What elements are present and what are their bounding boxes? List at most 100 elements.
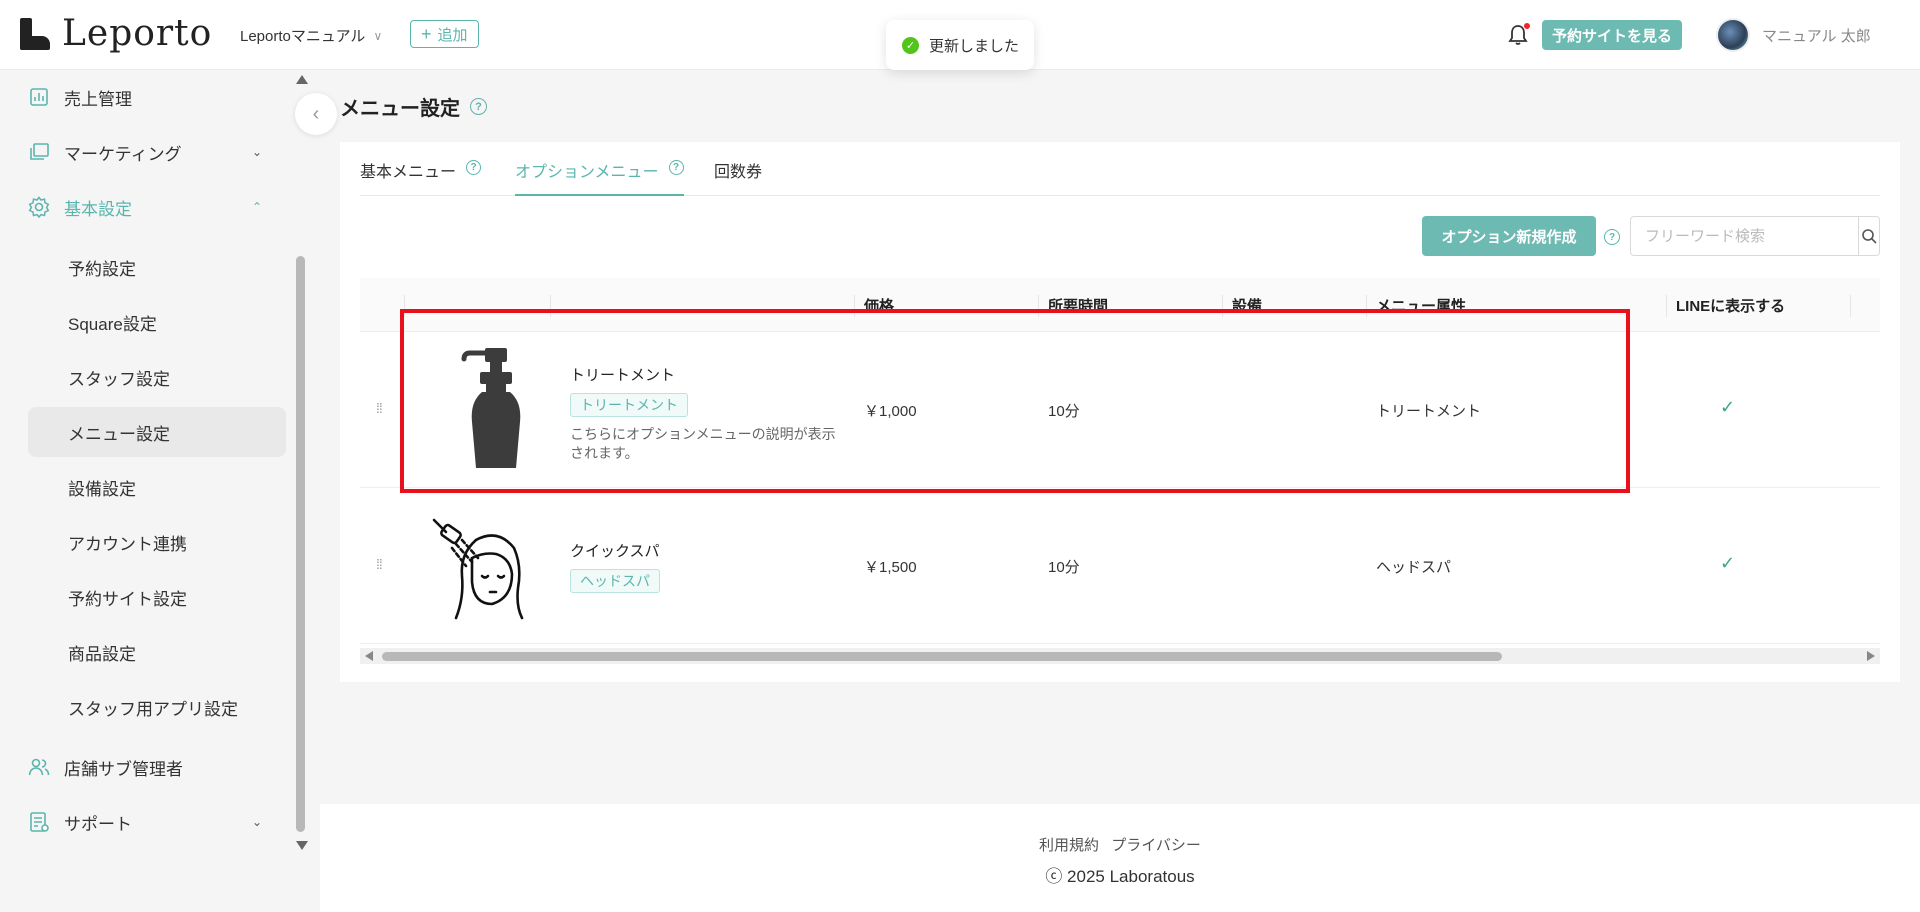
privacy-link[interactable]: プライバシー <box>1111 837 1201 854</box>
layers-icon <box>28 141 50 163</box>
scrollbar-thumb[interactable] <box>296 256 305 832</box>
tab-label: 基本メニュー <box>360 164 457 181</box>
duration-cell: 10分 <box>1048 559 1080 576</box>
duration-cell: 10分 <box>1048 403 1080 420</box>
success-check-icon: ✓ <box>902 36 919 54</box>
users-icon <box>28 756 50 778</box>
table-row[interactable]: ⁞⁞ トリートメント トリートメント こちらにオプションメニューの説明が表示され… <box>360 332 1880 488</box>
help-icon[interactable]: ? <box>466 160 482 175</box>
th-duration: 所要時間 <box>1037 295 1108 317</box>
avatar[interactable] <box>1716 18 1750 52</box>
tab-label: 回数券 <box>714 164 763 181</box>
sidebar-subitem-booking-settings[interactable]: 予約設定 <box>28 242 286 292</box>
th-equipment: 設備 <box>1221 295 1262 317</box>
tab-basic-menu[interactable]: 基本メニュー ? <box>360 158 482 196</box>
menu-card: 基本メニュー ? オプションメニュー ? 回数券 オプション新規作成 ? 価格 <box>340 142 1900 682</box>
sidebar-item-marketing[interactable]: マーケティング ⌄ <box>28 127 286 177</box>
sidebar-subitem-account-link[interactable]: アカウント連携 <box>28 517 286 567</box>
tab-option-menu[interactable]: オプションメニュー ? <box>515 158 684 196</box>
sidebar-item-label: マーケティング <box>64 144 182 164</box>
sidebar-subitem-booking-site-settings[interactable]: 予約サイト設定 <box>28 572 286 622</box>
sidebar-subitem-square-settings[interactable]: Square設定 <box>28 297 286 347</box>
notification-dot <box>1524 23 1530 29</box>
scroll-up-arrow-icon[interactable] <box>296 75 308 84</box>
terms-link[interactable]: 利用規約 <box>1039 837 1099 854</box>
copyright: ⓒ 2025 Laboratous <box>1045 867 1195 886</box>
scroll-down-arrow-icon[interactable] <box>296 841 308 850</box>
th-price: 価格 <box>853 295 894 317</box>
logo-text: Leporto <box>62 13 213 54</box>
th-menu-attribute: メニュー属性 <box>1365 295 1466 317</box>
sidebar-subitem-staff-settings[interactable]: スタッフ設定 <box>28 352 286 402</box>
chevron-down-icon: ⌄ <box>251 145 262 159</box>
footer: 利用規約 プライバシー ⓒ 2025 Laboratous <box>320 804 1920 912</box>
help-icon[interactable]: ? <box>668 160 684 175</box>
sidebar: 売上管理 マーケティング ⌄ 基本設定 ⌃ 予約設定 Square設定 スタッフ… <box>0 70 320 912</box>
chevron-down-icon: ⌄ <box>251 815 262 829</box>
sidebar-collapse-button[interactable]: ‹ <box>295 93 337 135</box>
main-content: メニュー設定 ? 基本メニュー ? オプションメニュー ? 回数券 オプション新… <box>320 70 1920 912</box>
option-menu-table: 価格 所要時間 設備 メニュー属性 LINEに表示する ⁞⁞ トリートメント ト… <box>360 278 1880 664</box>
chevron-up-icon: ⌃ <box>251 200 262 214</box>
menu-name: クイックスパ <box>570 543 660 560</box>
logo[interactable]: Leporto <box>20 14 212 54</box>
tab-label: オプションメニュー <box>515 164 659 181</box>
gear-icon <box>28 196 50 218</box>
sidebar-subitem-product-settings[interactable]: 商品設定 <box>28 627 286 677</box>
add-button[interactable]: + 追加 <box>410 20 479 48</box>
help-icon[interactable]: ? <box>470 98 487 115</box>
scroll-left-arrow-icon[interactable] <box>365 651 373 661</box>
search-button[interactable] <box>1858 217 1879 255</box>
support-icon <box>28 811 50 833</box>
page-title-text: メニュー設定 <box>340 98 460 120</box>
attribute-cell: ヘッドスパ <box>1376 559 1452 576</box>
tab-coupon-tickets[interactable]: 回数券 <box>714 158 762 196</box>
menu-description: こちらにオプションメニューの説明が表示されます。 <box>570 426 836 461</box>
sidebar-item-sub-admins[interactable]: 店舗サブ管理者 <box>28 742 286 792</box>
search-icon <box>1862 229 1877 244</box>
footer-links: 利用規約 プライバシー <box>320 834 1920 855</box>
search-input[interactable] <box>1631 217 1858 255</box>
scroll-right-arrow-icon[interactable] <box>1867 651 1875 661</box>
pump-bottle-icon <box>440 344 550 478</box>
logo-mark-icon <box>20 18 50 50</box>
sidebar-item-basic-settings[interactable]: 基本設定 ⌃ <box>28 182 286 232</box>
user-name[interactable]: マニュアル 太郎 <box>1762 25 1871 46</box>
sidebar-item-label: 基本設定 <box>64 199 132 219</box>
table-horizontal-scrollbar[interactable] <box>360 648 1880 664</box>
menu-info: トリートメント トリートメント こちらにオプションメニューの説明が表示されます。 <box>570 364 840 463</box>
view-booking-site-button[interactable]: 予約サイトを見る <box>1542 20 1683 50</box>
tab-bar: 基本メニュー ? オプションメニュー ? 回数券 <box>360 142 1880 196</box>
sidebar-item-label: サポート <box>64 814 132 834</box>
drag-handle-icon[interactable]: ⁞⁞ <box>376 400 383 416</box>
search-box <box>1630 216 1880 256</box>
toast-text: 更新しました <box>929 37 1020 55</box>
menu-name: トリートメント <box>570 367 676 384</box>
drag-handle-icon[interactable]: ⁞⁞ <box>376 556 383 572</box>
table-header: 価格 所要時間 設備 メニュー属性 LINEに表示する <box>360 278 1880 332</box>
menu-info: クイックスパ ヘッドスパ <box>570 540 660 593</box>
category-tag: トリートメント <box>570 393 688 417</box>
category-tag: ヘッドスパ <box>570 569 660 593</box>
toast-message: ✓ 更新しました <box>886 20 1034 70</box>
chevron-down-icon: ∨ <box>373 28 383 43</box>
chart-icon <box>28 86 50 108</box>
scrollbar-thumb[interactable] <box>382 652 1502 661</box>
attribute-cell: トリートメント <box>1376 403 1482 420</box>
sidebar-item-label: 売上管理 <box>64 89 132 109</box>
table-row[interactable]: ⁞⁞ クイックスパ ヘッドスパ ￥1,500 10分 ヘッドスパ ✓ <box>360 488 1880 644</box>
check-icon: ✓ <box>1720 553 1736 573</box>
help-icon[interactable]: ? <box>1604 229 1620 245</box>
page-title: メニュー設定 ? <box>340 92 487 121</box>
create-option-button[interactable]: オプション新規作成 <box>1422 216 1596 256</box>
sidebar-subitem-menu-settings[interactable]: メニュー設定 <box>28 407 286 457</box>
sidebar-subitem-equipment-settings[interactable]: 設備設定 <box>28 462 286 512</box>
sidebar-item-sales[interactable]: 売上管理 <box>28 72 286 122</box>
store-select[interactable]: Leportoマニュアル ∨ <box>240 25 382 46</box>
price-cell: ￥1,500 <box>864 559 917 576</box>
notification-bell-icon[interactable] <box>1508 23 1530 46</box>
sidebar-scrollbar[interactable] <box>294 70 308 850</box>
store-name: Leportoマニュアル <box>240 28 366 45</box>
sidebar-subitem-staff-app-settings[interactable]: スタッフ用アプリ設定 <box>28 682 286 732</box>
sidebar-item-support[interactable]: サポート ⌄ <box>28 797 286 847</box>
